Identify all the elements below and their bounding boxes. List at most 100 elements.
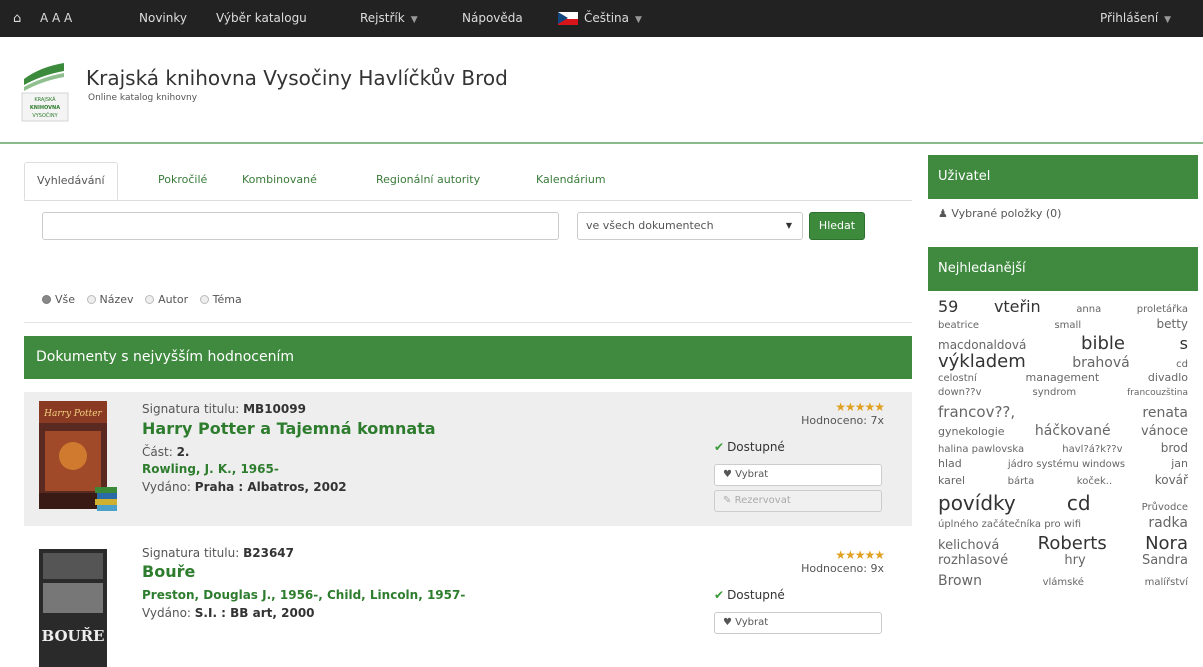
radio-vse[interactable]: Vše [42,293,75,306]
tag-cloud-link[interactable]: francov??, [938,403,1015,421]
tag-cloud-link[interactable]: háčkované [1035,423,1111,439]
book-author[interactable]: Preston, Douglas J., 1956-, Child, Linco… [142,588,465,602]
tag-cloud-link[interactable]: havl?á?k??v [1062,444,1122,455]
tag-cloud-row: karel bárta koček.. kovář [938,473,1188,491]
book-cover[interactable]: BOUŘE [39,549,119,667]
tag-cloud-link[interactable]: malířství [1145,577,1188,588]
radio-autor[interactable]: Autor [145,293,188,306]
tag-cloud-link[interactable]: brahová [1072,355,1130,371]
tag-cloud-link[interactable]: halina pawlovska [938,444,1024,455]
nav-vyber-katalogu[interactable]: Výběr katalogu [216,0,307,37]
select-button[interactable]: ♥ Vybrat [714,612,882,634]
tag-cloud-link[interactable]: s [1180,334,1188,353]
tag-cloud-link[interactable]: renata [1142,405,1188,421]
tag-cloud-link[interactable]: betty [1156,317,1188,331]
book-title[interactable]: Bouře [142,562,195,581]
tag-cloud-link[interactable]: divadlo [1148,371,1188,384]
tab-regionalni-autority[interactable]: Regionální autority [364,162,492,200]
tag-cloud-row: úplného začátečníka pro wifi radka [938,515,1188,533]
tag-cloud-link[interactable]: syndrom [1033,387,1077,398]
book-item: BOUŘE Signatura titulu: B23647 Bouře Pre… [24,540,912,667]
rating: ★★★★★ Hodnoceno: 9x [724,548,885,575]
tag-cloud-link[interactable]: francouzština [1127,388,1188,398]
user-panel-heading: Uživatel [928,155,1198,199]
tag-cloud-link[interactable]: Průvodce [1142,502,1188,513]
tag-cloud-row: kelichová Roberts Nora [938,533,1188,554]
tag-cloud-link[interactable]: hry [1064,553,1085,568]
tag-cloud-link[interactable]: Brown [938,573,982,589]
font-size-toggle[interactable]: A A A [40,0,72,37]
tag-cloud-link[interactable]: výkladem [938,351,1026,372]
svg-text:BOUŘE: BOUŘE [41,627,104,645]
nav-novinky[interactable]: Novinky [139,0,187,37]
tag-cloud-link[interactable]: anna [1076,304,1101,315]
tag-cloud-link[interactable]: koček.. [1077,476,1112,487]
tag-cloud-link[interactable]: bárta [1008,476,1035,487]
book-title[interactable]: Harry Potter a Tajemná komnata [142,419,436,438]
tag-cloud-link[interactable]: cd [1067,491,1091,515]
tag-cloud-link[interactable]: beatrice [938,320,979,331]
tag-cloud-row: 59 vteřin anna proletářka [938,297,1188,317]
chevron-down-icon: ▼ [785,221,792,230]
tag-cloud-link[interactable]: Nora [1145,533,1188,554]
tag-cloud-link[interactable]: vánoce [1141,424,1188,439]
tag-cloud-link[interactable]: kovář [1155,473,1188,487]
tag-cloud-link[interactable]: celostní [938,373,977,384]
tag-cloud-link[interactable]: vlámské [1043,577,1084,588]
tab-pokrocile[interactable]: Pokročilé [146,162,219,200]
tag-cloud-link[interactable]: down??v [938,387,982,398]
tag-cloud-link[interactable]: brod [1161,441,1188,455]
nav-napoveda[interactable]: Nápověda [462,0,523,37]
nav-language[interactable]: Čeština ▼ [558,0,642,37]
tag-cloud-row: halina pawlovska havl?á?k??v brod [938,441,1188,457]
tag-cloud-link[interactable]: kelichová [938,538,999,553]
tab-kombinovane[interactable]: Kombinované [230,162,329,200]
tag-cloud-link[interactable]: bible [1081,333,1125,354]
home-icon[interactable]: ⌂ [13,0,21,37]
rating-stars[interactable]: ★★★★★ [724,400,885,414]
tag-cloud-link[interactable]: úplného začátečníka pro wifi [938,519,1081,530]
rating-stars[interactable]: ★★★★★ [724,548,885,562]
tag-cloud-link[interactable]: vteřin [994,297,1041,316]
tag-cloud-link[interactable]: radka [1148,515,1188,531]
site-title[interactable]: Krajská knihovna Vysočiny Havlíčkův Brod [86,66,508,90]
book-cover[interactable]: Harry Potter [39,401,119,519]
tag-cloud-link[interactable]: karel [938,474,965,487]
tag-cloud-link[interactable]: small [1054,320,1081,331]
select-button[interactable]: ♥ Vybrat [714,464,882,486]
nav-rejstrik[interactable]: Rejstřík ▼ [360,0,418,37]
tab-kalendarium[interactable]: Kalendárium [524,162,618,200]
tab-vyhledavani[interactable]: Vyhledávání [24,162,118,200]
tag-cloud-link[interactable]: rozhlasové [938,553,1008,568]
tag-cloud-link[interactable]: Roberts [1038,533,1107,554]
tag-cloud-link[interactable]: cd [1176,359,1188,370]
tag-cloud-link[interactable]: Sandra [1142,553,1188,568]
popular-panel-heading: Nejhledanější [928,247,1198,291]
radio-nazev[interactable]: Název [86,293,134,306]
top-navbar: ⌂ A A A Novinky Výběr katalogu Rejstřík ▼… [0,0,1203,37]
svg-text:KRAJSKÁ: KRAJSKÁ [34,96,56,103]
tag-cloud-link[interactable]: macdonaldová [938,338,1026,352]
library-logo[interactable]: KRAJSKÁ KNIHOVNA VYSOČINY [20,57,70,123]
search-scope-select[interactable]: ve všech dokumentech ▼ [577,212,803,240]
availability-status: ✔ Dostupné [714,440,785,454]
nav-prihlaseni[interactable]: Přihlášení ▼ [1100,0,1171,37]
book-author[interactable]: Rowling, J. K., 1965- [142,462,279,476]
reserve-button[interactable]: ✎ Rezervovat [714,490,882,512]
header-divider [0,142,1203,144]
tag-cloud-link[interactable]: 59 [938,297,958,316]
tag-cloud-link[interactable]: jádro systému windows [1008,459,1125,470]
tag-cloud-link[interactable]: proletářka [1137,304,1188,315]
search-input[interactable] [42,212,559,240]
search-button[interactable]: Hledat [809,212,865,240]
tag-cloud-row: beatrice small betty [938,317,1188,333]
tag-cloud-row: výkladem brahová cd [938,351,1188,372]
tag-cloud-link[interactable]: hlad [938,457,962,470]
tag-cloud-link[interactable]: gynekologie [938,425,1005,438]
search-tag-cloud: 59 vteřin anna proletářka beatrice small betty… [938,297,1188,637]
selected-items-link[interactable]: ♟ Vybrané položky (0) [938,207,1061,220]
tag-cloud-link[interactable]: jan [1171,457,1188,470]
tag-cloud-link[interactable]: management [1026,371,1100,384]
tag-cloud-link[interactable]: povídky [938,491,1016,515]
radio-tema[interactable]: Téma [199,293,242,306]
